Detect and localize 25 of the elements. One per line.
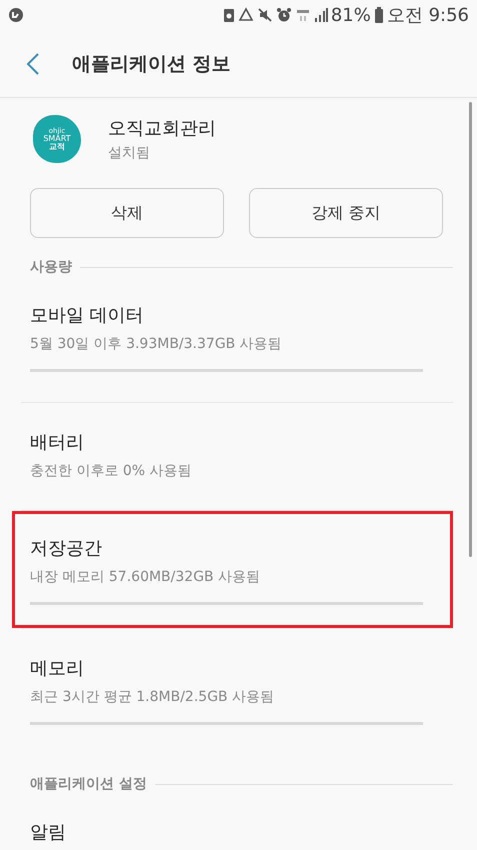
clock: 오전 9:56	[386, 4, 469, 27]
setting-title[interactable]: 저장공간	[30, 536, 423, 560]
signal-icon	[314, 7, 328, 23]
setting-detail: 최근 3시간 평균 1.8MB/2.5GB 사용됨	[30, 688, 276, 706]
action-button[interactable]: 삭제	[30, 188, 224, 238]
battery-icon	[374, 7, 384, 23]
setting-title[interactable]: 배터리	[30, 430, 423, 454]
section-header: 애플리케이션 설정	[30, 775, 147, 793]
mute-icon	[256, 7, 273, 23]
action-button[interactable]: 강제 중지	[249, 188, 443, 238]
app-name: 오직교회관리	[108, 117, 216, 140]
app-status: 설치됨	[108, 144, 151, 162]
setting-title[interactable]: 모바일 데이터	[30, 303, 423, 327]
screen-title: 애플리케이션 정보	[72, 52, 231, 76]
alarm-clock-icon	[276, 7, 292, 23]
setting-detail: 내장 메모리 57.60MB/32GB 사용됨	[30, 568, 262, 586]
back-icon	[26, 52, 40, 76]
battery-saver-icon	[222, 7, 235, 23]
setting-title[interactable]: 메모리	[30, 656, 423, 680]
setting-detail: 충전한 이후로 0% 사용됨	[30, 462, 193, 480]
section-header: 사용량	[30, 258, 72, 276]
setting-title[interactable]: 알림	[30, 820, 423, 844]
scrollbar[interactable]	[469, 102, 472, 557]
battery-percent: 81%	[330, 4, 371, 26]
setting-detail: 5월 30일 이후 3.93MB/3.37GB 사용됨	[30, 335, 283, 353]
